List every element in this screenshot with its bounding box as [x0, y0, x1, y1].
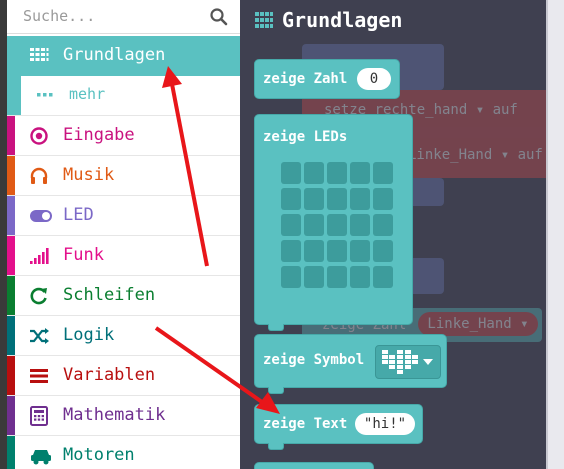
category-variablen[interactable]: Variablen: [7, 356, 240, 396]
led-cell[interactable]: [281, 240, 301, 262]
background-code-text: Linke_Hand ▾ auf: [408, 147, 543, 163]
led-matrix[interactable]: [281, 162, 393, 295]
block-zeige-leds[interactable]: zeige LEDs: [254, 114, 413, 325]
flyout-title: Grundlagen: [282, 8, 403, 32]
led-cell[interactable]: [327, 214, 347, 236]
block-label: zeige Text: [263, 416, 348, 432]
left-edge-strip: [0, 0, 7, 469]
category-schleifen[interactable]: Schleifen: [7, 276, 240, 316]
led-cell[interactable]: [281, 188, 301, 210]
category-color-bar: [7, 156, 15, 195]
led-cell[interactable]: [350, 214, 370, 236]
block-label: zeige Symbol: [263, 352, 365, 368]
blocks-flyout[interactable]: setze rechte_hand ▾ auf 0 Linke_Hand ▾ a…: [240, 0, 564, 469]
led-cell[interactable]: [350, 266, 370, 288]
target-icon: [30, 127, 48, 145]
category-color-bar: [7, 276, 15, 315]
toolbox: Suche... Grundlagen mehr Eingabe Musik L…: [0, 0, 240, 469]
list-icon: [30, 369, 48, 383]
grid-icon: [255, 12, 273, 28]
block-zeige-zahl[interactable]: zeige Zahl 0: [254, 59, 400, 99]
led-cell[interactable]: [304, 188, 324, 210]
block-partial[interactable]: [254, 462, 374, 469]
block-label: zeige Zahl: [263, 71, 348, 87]
led-cell[interactable]: [373, 240, 393, 262]
category-color-bar: [7, 316, 15, 355]
category-color-bar: [7, 196, 15, 235]
headphones-icon: [30, 167, 48, 184]
category-color-bar: [7, 76, 21, 115]
block-zeige-text[interactable]: zeige Text "hi!": [254, 404, 423, 444]
led-cell[interactable]: [373, 162, 393, 184]
category-mehr[interactable]: mehr: [7, 76, 240, 116]
led-cell[interactable]: [327, 240, 347, 262]
category-color-bar: [7, 436, 15, 469]
category-label: Grundlagen: [63, 45, 166, 65]
category-logik[interactable]: Logik: [7, 316, 240, 356]
block-zeige-symbol[interactable]: zeige Symbol: [254, 334, 447, 388]
category-motoren[interactable]: Motoren: [7, 436, 240, 469]
chevron-down-icon: [423, 359, 433, 365]
symbol-dropdown[interactable]: [375, 345, 441, 379]
led-cell[interactable]: [281, 162, 301, 184]
block-notch: [268, 387, 284, 394]
led-cell[interactable]: [350, 188, 370, 210]
category-color-bar: [7, 116, 15, 155]
grid-icon: [30, 48, 49, 61]
category-musik[interactable]: Musik: [7, 156, 240, 196]
category-label: LED: [63, 205, 94, 225]
category-label: mehr: [69, 85, 106, 103]
car-icon: [31, 450, 51, 465]
toggle-icon: [30, 210, 52, 222]
category-color-bar: [7, 236, 15, 275]
number-input[interactable]: 0: [357, 68, 391, 90]
workspace-edge: [548, 0, 564, 469]
led-cell[interactable]: [327, 188, 347, 210]
led-cell[interactable]: [373, 214, 393, 236]
text-input[interactable]: "hi!": [355, 413, 415, 435]
led-cell[interactable]: [350, 162, 370, 184]
category-label: Funk: [63, 245, 104, 265]
category-funk[interactable]: Funk: [7, 236, 240, 276]
category-label: Logik: [63, 325, 115, 345]
category-label: Schleifen: [63, 285, 156, 305]
category-led[interactable]: LED: [7, 196, 240, 236]
category-eingabe[interactable]: Eingabe: [7, 116, 240, 156]
category-label: Mathematik: [63, 405, 166, 425]
category-label: Musik: [63, 165, 115, 185]
background-code-variable: Linke_Hand ▾: [418, 312, 538, 336]
led-cell[interactable]: [281, 214, 301, 236]
led-cell[interactable]: [327, 162, 347, 184]
led-cell[interactable]: [350, 240, 370, 262]
led-cell[interactable]: [304, 214, 324, 236]
category-label: Eingabe: [63, 125, 135, 145]
led-cell[interactable]: [304, 266, 324, 288]
loop-icon: [30, 287, 47, 305]
search-box[interactable]: Suche...: [7, 0, 240, 34]
search-icon[interactable]: [209, 7, 229, 27]
category-mathematik[interactable]: Mathematik: [7, 396, 240, 436]
block-notch: [268, 443, 284, 450]
search-input[interactable]: Suche...: [23, 7, 95, 25]
category-color-bar: [7, 396, 15, 435]
more-dots-icon: [37, 93, 53, 97]
block-notch: [268, 324, 284, 331]
led-cell[interactable]: [304, 162, 324, 184]
led-cell[interactable]: [304, 240, 324, 262]
led-cell[interactable]: [327, 266, 347, 288]
block-label: zeige LEDs: [263, 129, 348, 145]
led-cell[interactable]: [373, 188, 393, 210]
category-label: Variablen: [63, 365, 156, 385]
calculator-icon: [30, 406, 48, 426]
category-color-bar: [7, 356, 15, 395]
category-grundlagen[interactable]: Grundlagen: [7, 36, 240, 76]
shuffle-icon: [30, 328, 49, 344]
heart-icon: [382, 350, 418, 374]
led-cell[interactable]: [281, 266, 301, 288]
led-cell[interactable]: [373, 266, 393, 288]
category-label: Motoren: [63, 445, 135, 465]
signal-bars-icon: [30, 248, 49, 264]
